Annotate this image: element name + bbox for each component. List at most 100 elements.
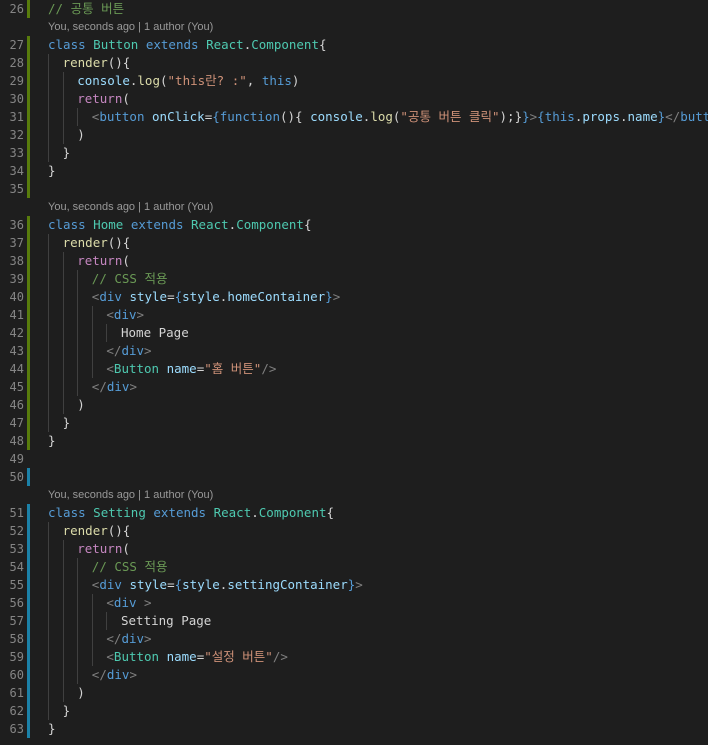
- indent-guide: [91, 342, 93, 360]
- git-change-marker[interactable]: [27, 0, 30, 18]
- code-line[interactable]: 37 render(){: [0, 234, 708, 252]
- code-text: }: [63, 702, 71, 720]
- indent-guide: [48, 576, 49, 594]
- git-change-marker[interactable]: [27, 666, 30, 684]
- git-change-marker[interactable]: [27, 396, 30, 414]
- git-change-marker[interactable]: [27, 432, 30, 450]
- code-line[interactable]: 34}: [0, 162, 708, 180]
- code-line[interactable]: 28 render(){: [0, 54, 708, 72]
- git-change-marker[interactable]: [27, 360, 30, 378]
- code-line[interactable]: 38 return(: [0, 252, 708, 270]
- code-line[interactable]: 52 render(){: [0, 522, 708, 540]
- code-line[interactable]: 45 </div>: [0, 378, 708, 396]
- git-change-marker[interactable]: [27, 648, 30, 666]
- git-change-marker[interactable]: [27, 414, 30, 432]
- code-line[interactable]: 46): [0, 396, 708, 414]
- git-change-marker[interactable]: [27, 540, 30, 558]
- code-line[interactable]: 42 Home Page: [0, 324, 708, 342]
- code-text: // CSS 적용: [92, 270, 168, 288]
- code-line[interactable]: 56 <div >: [0, 594, 708, 612]
- git-change-marker[interactable]: [27, 594, 30, 612]
- code-line[interactable]: 31 <button onClick={function(){ console.l…: [0, 108, 708, 126]
- code-line[interactable]: 47}: [0, 414, 708, 432]
- code-line[interactable]: 32): [0, 126, 708, 144]
- code-line[interactable]: 41 <div>: [0, 306, 708, 324]
- code-token: Component: [258, 505, 327, 520]
- code-line[interactable]: 57 Setting Page: [0, 612, 708, 630]
- code-line[interactable]: 36 class Home extends React.Component{: [0, 216, 708, 234]
- git-change-marker[interactable]: [27, 108, 30, 126]
- codelens-blame[interactable]: You, seconds ago | 1 author (You): [0, 18, 708, 36]
- code-token: ): [77, 127, 85, 142]
- code-line[interactable]: 62}: [0, 702, 708, 720]
- git-change-marker[interactable]: [27, 702, 30, 720]
- codelens-blame[interactable]: You, seconds ago | 1 author (You): [0, 486, 708, 504]
- code-line[interactable]: 51 class Setting extends React.Component{: [0, 504, 708, 522]
- code-line[interactable]: 43 </div>: [0, 342, 708, 360]
- git-change-marker[interactable]: [27, 270, 30, 288]
- git-change-marker[interactable]: [27, 558, 30, 576]
- git-change-marker[interactable]: [27, 324, 30, 342]
- code-line[interactable]: 55 <div style={style.settingContainer}>: [0, 576, 708, 594]
- codelens-blame[interactable]: You, seconds ago | 1 author (You): [0, 198, 708, 216]
- code-editor[interactable]: 26 // 공통 버튼 You, seconds ago | 1 author (Y…: [0, 0, 708, 745]
- code-line[interactable]: 44 <Button name="홈 버튼"/>: [0, 360, 708, 378]
- line-number: 50: [9, 470, 24, 484]
- git-change-marker[interactable]: [27, 288, 30, 306]
- git-change-marker[interactable]: [27, 144, 30, 162]
- git-change-marker[interactable]: [27, 576, 30, 594]
- code-line[interactable]: 33}: [0, 144, 708, 162]
- git-change-marker[interactable]: [27, 684, 30, 702]
- git-change-marker[interactable]: [27, 234, 30, 252]
- code-token: render: [62, 235, 108, 250]
- code-line[interactable]: 61): [0, 684, 708, 702]
- code-line[interactable]: 29 console.log("this란? :", this): [0, 72, 708, 90]
- code-line[interactable]: 59 <Button name="설정 버튼"/>: [0, 648, 708, 666]
- git-change-marker[interactable]: [27, 126, 30, 144]
- git-change-marker[interactable]: [27, 342, 30, 360]
- git-change-marker[interactable]: [27, 90, 30, 108]
- git-change-marker[interactable]: [27, 180, 30, 198]
- code-line[interactable]: 53 return(: [0, 540, 708, 558]
- code-line[interactable]: 49: [0, 450, 708, 468]
- git-change-marker[interactable]: [27, 630, 30, 648]
- code-line[interactable]: 30 return(: [0, 90, 708, 108]
- code-line[interactable]: 48}: [0, 432, 708, 450]
- code-text: ): [77, 126, 85, 144]
- code-line[interactable]: 39 // CSS 적용: [0, 270, 708, 288]
- code-line[interactable]: 35: [0, 180, 708, 198]
- git-change-marker[interactable]: [27, 306, 30, 324]
- git-change-marker[interactable]: [27, 252, 30, 270]
- git-change-marker[interactable]: [27, 504, 30, 522]
- code-line[interactable]: 27 class Button extends React.Component{: [0, 36, 708, 54]
- code-line[interactable]: 58 </div>: [0, 630, 708, 648]
- indent-guide: [62, 270, 64, 288]
- git-change-marker[interactable]: [27, 36, 30, 54]
- code-line[interactable]: 63}: [0, 720, 708, 738]
- code-line[interactable]: 40 <div style={style.homeContainer}>: [0, 288, 708, 306]
- git-change-marker[interactable]: [27, 162, 30, 180]
- code-token: {: [537, 109, 545, 124]
- code-token: >: [129, 379, 137, 394]
- line-number: 33: [9, 146, 24, 160]
- code-line[interactable]: 60 </div>: [0, 666, 708, 684]
- git-change-marker[interactable]: [27, 54, 30, 72]
- code-line[interactable]: 54 // CSS 적용: [0, 558, 708, 576]
- code-token: </: [106, 343, 122, 358]
- git-change-marker[interactable]: [27, 468, 30, 486]
- git-change-marker[interactable]: [27, 720, 30, 738]
- git-change-marker[interactable]: [27, 612, 30, 630]
- code-token: =: [167, 289, 175, 304]
- git-change-marker[interactable]: [27, 378, 30, 396]
- indent-guide: [62, 378, 64, 396]
- code-token: // 공통 버튼: [48, 1, 125, 16]
- code-line[interactable]: 50: [0, 468, 708, 486]
- git-change-marker[interactable]: [27, 522, 30, 540]
- git-change-marker[interactable]: [27, 216, 30, 234]
- code-token: render: [62, 55, 108, 70]
- indent-guide: [62, 612, 64, 630]
- code-token: Setting: [93, 505, 146, 520]
- git-change-marker[interactable]: [27, 72, 30, 90]
- code-line[interactable]: 26 // 공통 버튼: [0, 0, 708, 18]
